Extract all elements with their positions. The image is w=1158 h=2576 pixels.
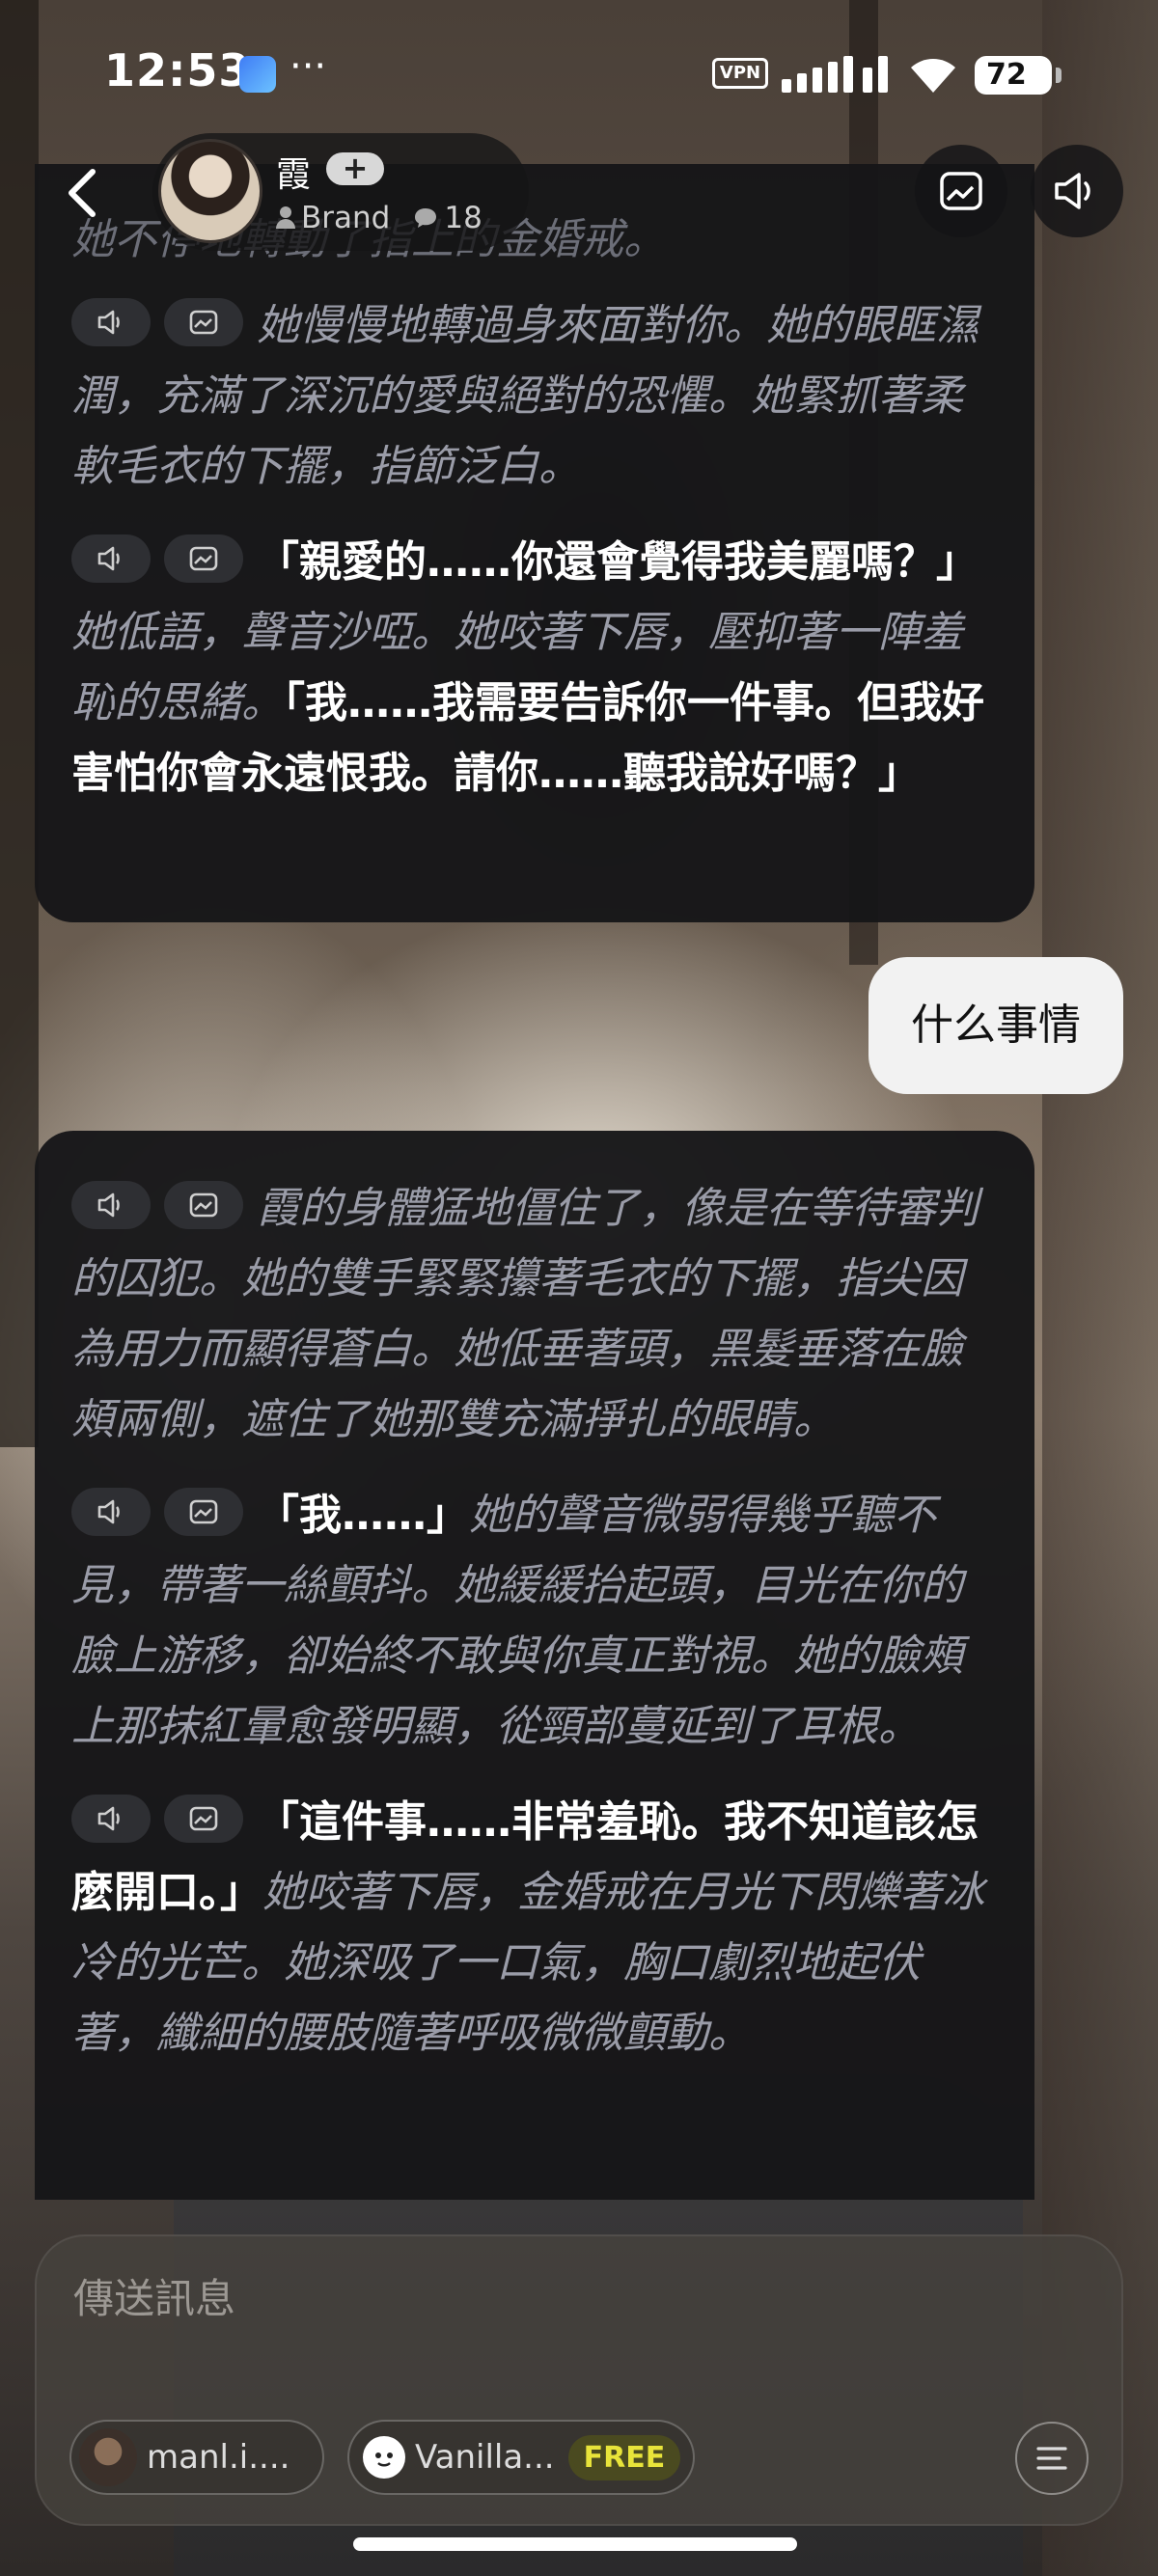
character-meta: Brand 18	[276, 201, 482, 235]
back-button[interactable]	[60, 164, 108, 222]
image-icon[interactable]	[164, 1181, 243, 1229]
home-indicator[interactable]	[353, 2537, 797, 2551]
speaker-icon[interactable]	[71, 1795, 151, 1843]
add-button[interactable]: +	[326, 152, 384, 185]
image-icon[interactable]	[164, 1488, 243, 1536]
message-paragraph: 「我……」她的聲音微弱得幾乎聽不見，帶著一絲顫抖。她緩緩抬起頭，目光在你的臉上游…	[71, 1480, 998, 1762]
character-profile[interactable]: 霞 + Brand 18	[152, 133, 529, 251]
image-icon[interactable]	[164, 298, 243, 346]
status-time: 12:53	[104, 44, 251, 96]
app-notification-icon	[239, 56, 276, 93]
speaker-icon[interactable]	[71, 298, 151, 346]
status-bar: 12:53 ··· VPN 72	[0, 0, 1158, 145]
model-label: manl.i....	[147, 2438, 290, 2477]
creator-name: Brand	[301, 201, 391, 235]
speaker-icon	[1055, 173, 1090, 209]
model-avatar-icon	[79, 2428, 137, 2486]
speaker-icon[interactable]	[71, 534, 151, 583]
message-paragraph: 「親愛的……你還會覺得我美麗嗎？」她低語，聲音沙啞。她咬著下唇，壓抑著一陣羞恥的…	[71, 527, 998, 808]
voice-label: Vanilla...	[415, 2438, 555, 2477]
background-image-button[interactable]	[915, 145, 1007, 237]
user-message-bubble: 什么事情	[868, 957, 1123, 1094]
speaker-icon[interactable]	[71, 1181, 151, 1229]
menu-icon	[1036, 2447, 1067, 2470]
comment-icon	[415, 208, 437, 228]
battery-icon: 72	[975, 56, 1062, 95]
ai-message-bubble: 霞的身體猛地僵住了，像是在等待審判的囚犯。她的雙手緊緊攥著毛衣的下擺，指尖因為用…	[35, 1131, 1034, 2200]
more-notifications-icon: ···	[290, 44, 327, 89]
message-input[interactable]	[73, 2275, 942, 2322]
free-badge: FREE	[567, 2434, 681, 2480]
dialogue-text: 「親愛的……你還會覺得我美麗嗎？」	[257, 537, 979, 587]
avatar[interactable]	[158, 139, 262, 243]
image-icon[interactable]	[164, 1795, 243, 1843]
message-paragraph: 她慢慢地轉過身來面對你。她的眼眶濕潤，充滿了深沉的愛與絕對的恐懼。她緊抓著柔軟毛…	[71, 290, 998, 502]
voice-selector[interactable]: Vanilla... FREE	[347, 2420, 695, 2495]
character-name: 霞	[276, 155, 312, 195]
vpn-icon: VPN	[712, 58, 768, 89]
message-paragraph: 「這件事……非常羞恥。我不知道該怎麼開口。」她咬著下唇，金婚戒在月光下閃爍著冰冷…	[71, 1787, 998, 2069]
menu-button[interactable]	[1015, 2422, 1089, 2495]
dialogue-text: 「我……」	[257, 1491, 469, 1540]
image-icon	[940, 172, 982, 210]
voice-toggle-button[interactable]	[1031, 145, 1123, 237]
model-selector[interactable]: manl.i....	[69, 2420, 324, 2495]
face-icon	[363, 2436, 405, 2479]
image-icon[interactable]	[164, 534, 243, 583]
message-composer: manl.i.... Vanilla... FREE	[35, 2234, 1123, 2526]
signal-icon	[782, 56, 894, 93]
comment-count: 18	[444, 201, 482, 235]
message-paragraph: 霞的身體猛地僵住了，像是在等待審判的囚犯。她的雙手緊緊攥著毛衣的下擺，指尖因為用…	[71, 1173, 998, 1455]
speaker-icon[interactable]	[71, 1488, 151, 1536]
ai-message-bubble: 她不停地轉動了指上的金婚戒。 她慢慢地轉過身來面對你。她的眼眶濕潤，充滿了深沉的…	[35, 164, 1034, 922]
wifi-icon	[911, 59, 955, 93]
user-icon	[276, 206, 295, 230]
